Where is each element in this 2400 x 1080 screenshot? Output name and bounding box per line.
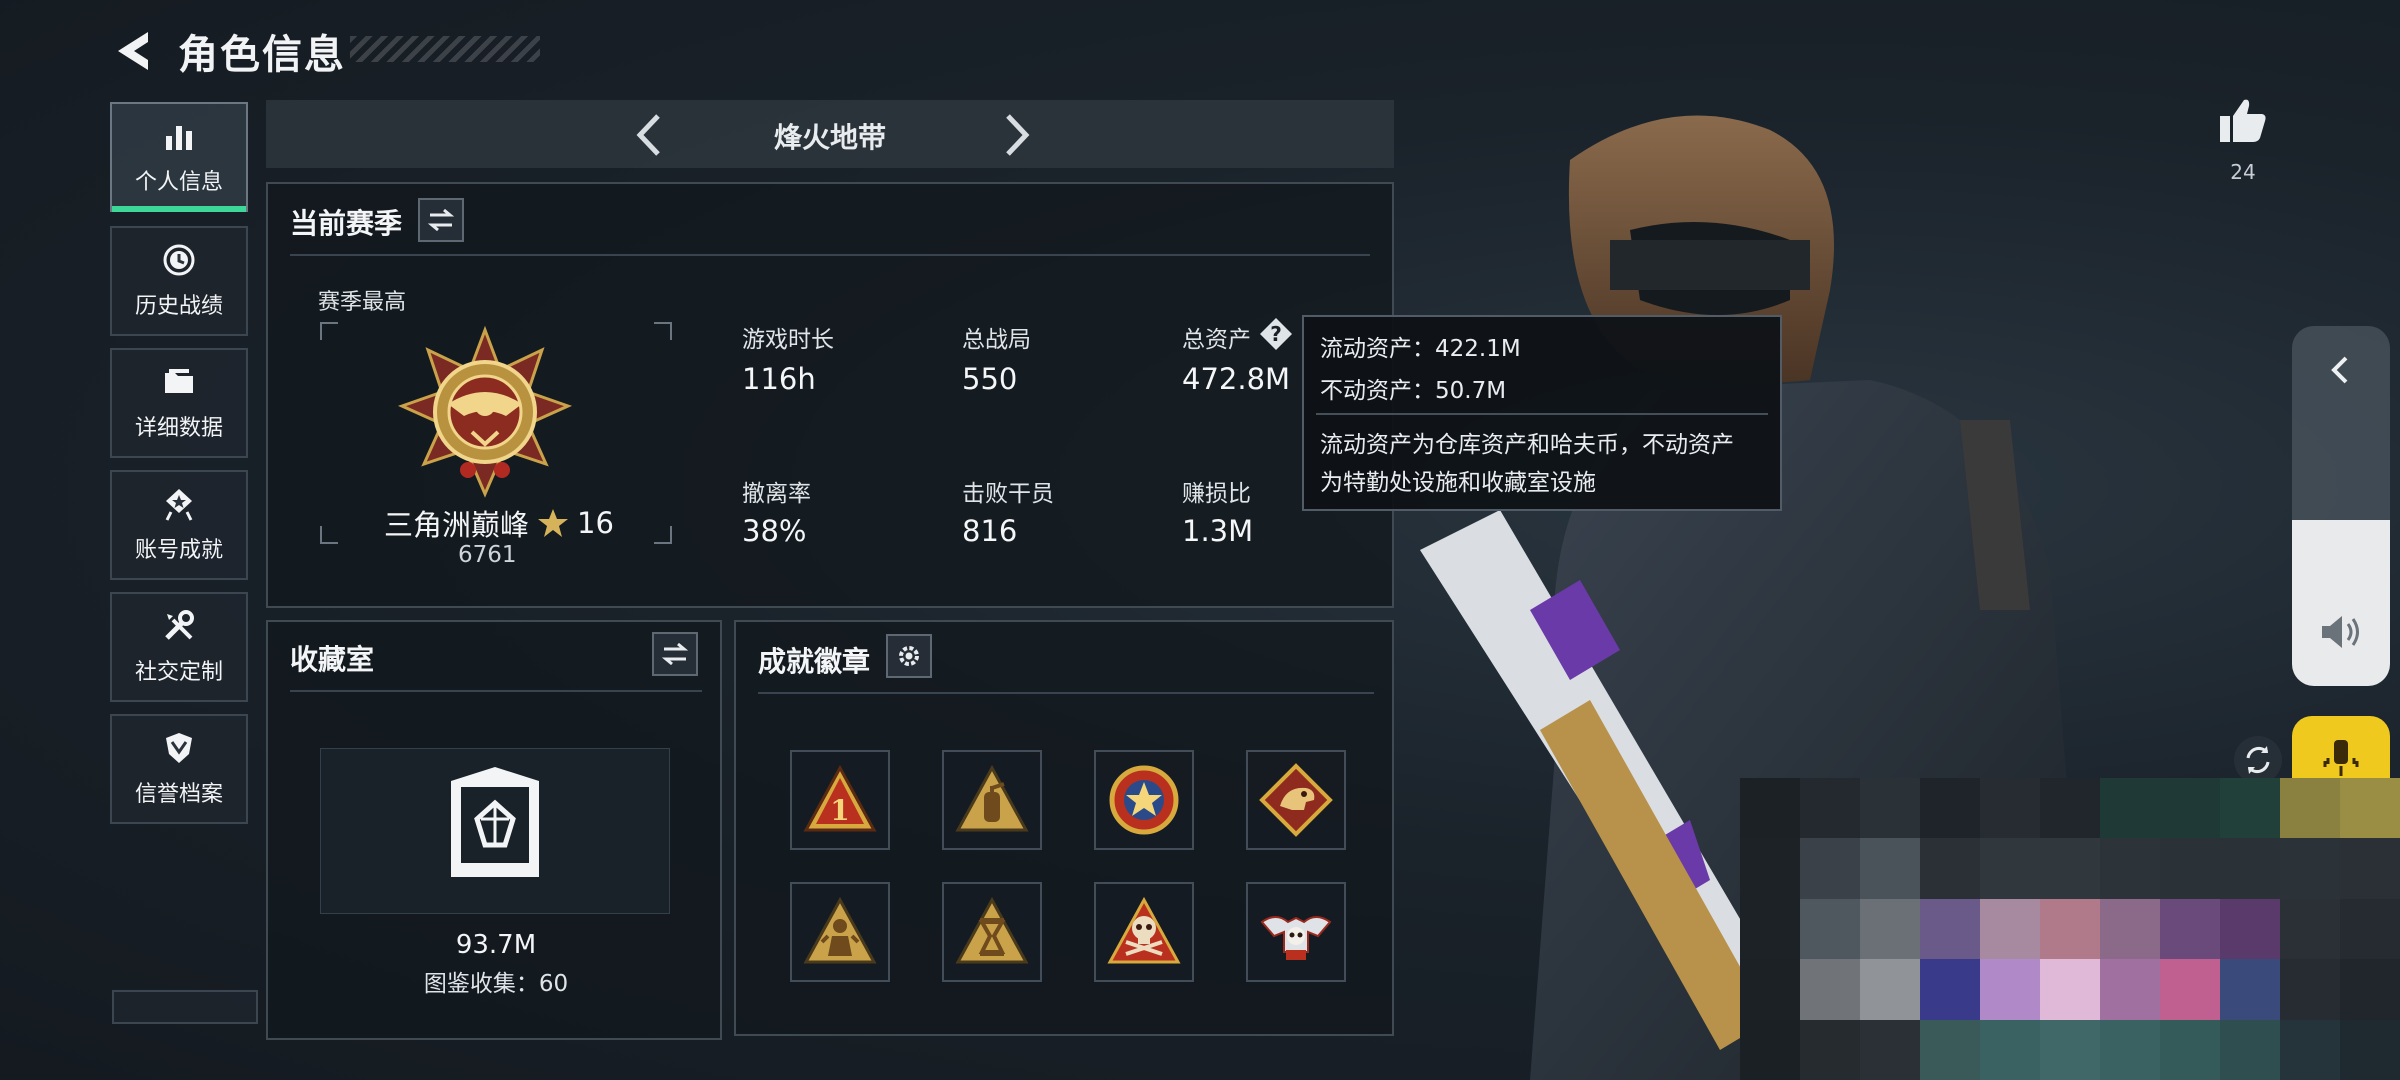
chevron-right-icon[interactable]	[992, 110, 1040, 160]
rank-display: 三角洲巅峰 16	[384, 502, 614, 544]
rank-stars: 16	[577, 506, 614, 540]
collection-preview[interactable]	[320, 748, 670, 914]
badge-soldier-icon	[803, 896, 877, 964]
shield-icon	[166, 733, 192, 763]
asset-tooltip: 流动资产：422.1M 不动资产：50.7M 流动资产为仓库资产和哈夫币，不动资…	[1302, 315, 1782, 511]
page-title: 角色信息	[178, 32, 346, 78]
swap-arrows-icon	[427, 208, 455, 232]
back-arrow-icon[interactable]	[112, 28, 158, 74]
achievement-badge[interactable]	[1246, 750, 1346, 850]
swap-arrows-icon	[661, 642, 689, 666]
badge-winged-skull-icon	[1260, 916, 1332, 960]
stat-label-kills: 击败干员	[962, 481, 1054, 507]
badge-settings-button[interactable]	[886, 634, 932, 678]
stat-label-playtime: 游戏时长	[742, 327, 834, 353]
badge-rank-one-icon: 1	[803, 764, 877, 832]
sidebar-item-label: 社交定制	[134, 660, 223, 685]
rank-points: 6761	[458, 542, 517, 568]
achievement-badge[interactable]	[942, 750, 1042, 850]
folder-icon	[165, 369, 193, 393]
help-icon[interactable]: ?	[1258, 316, 1294, 352]
display-case-icon	[451, 767, 539, 877]
rotate-view-button[interactable]	[2234, 736, 2282, 784]
like-count: 24	[2230, 160, 2256, 184]
volume-slider[interactable]	[2292, 326, 2390, 686]
achievement-badge[interactable]	[1246, 882, 1346, 982]
catalog-count: 图鉴收集：60	[423, 971, 569, 997]
thumbs-up-icon[interactable]	[2218, 96, 2268, 144]
sidebar-item-label: 账号成就	[134, 538, 223, 563]
pixelated-region	[1740, 778, 2400, 1080]
sidebar-item-label: 历史战绩	[134, 294, 223, 319]
divider	[1316, 413, 1768, 415]
divider	[290, 690, 702, 692]
sidebar-item-more[interactable]	[112, 990, 258, 1024]
badge-skull-icon	[1107, 896, 1181, 964]
stat-label-total-assets: 总资产	[1182, 327, 1251, 353]
collection-value: 93.7M	[455, 930, 537, 960]
rotate-icon	[2246, 746, 2270, 774]
tooltip-note-line1: 流动资产为仓库资产和哈夫币，不动资产	[1320, 432, 1734, 458]
chevron-left-icon[interactable]	[2324, 352, 2358, 388]
tooltip-liquid-assets: 流动资产：422.1M	[1320, 336, 1521, 362]
badge-star-emblem-icon	[1109, 765, 1179, 835]
stat-value-kills: 816	[962, 514, 1018, 548]
sidebar-item-label: 详细数据	[134, 416, 223, 441]
sidebar-item-social[interactable]: 社交定制	[110, 592, 248, 702]
history-clock-icon	[163, 244, 195, 276]
stat-value-profit-ratio: 1.3M	[1182, 514, 1254, 548]
sidebar-item-history[interactable]: 历史战绩	[110, 226, 248, 336]
rank-name: 三角洲巅峰	[384, 508, 530, 542]
stat-label-profit-ratio: 赚损比	[1182, 481, 1251, 507]
sidebar-item-achievements[interactable]: 账号成就	[110, 470, 248, 580]
achievement-badge[interactable]	[1094, 882, 1194, 982]
stat-value-extract-rate: 38%	[742, 514, 807, 548]
tooltip-fixed-assets: 不动资产：50.7M	[1320, 378, 1507, 404]
mic-icon	[2323, 740, 2359, 776]
stat-value-matches: 550	[962, 362, 1018, 396]
rank-emblem-icon	[397, 325, 573, 498]
achievement-badge[interactable]	[942, 882, 1042, 982]
svg-text:1: 1	[830, 794, 849, 827]
achievement-badges-panel: 成就徽章 1	[734, 620, 1394, 1036]
sidebar-item-reputation[interactable]: 信誉档案	[110, 714, 248, 824]
season-highest-label: 赛季最高	[318, 290, 407, 315]
achievement-badge[interactable]	[1094, 750, 1194, 850]
stat-value-total-assets: 472.8M	[1182, 362, 1291, 396]
title-decoration	[350, 36, 540, 62]
star-icon	[538, 509, 569, 537]
achievement-badge[interactable]: 1	[790, 750, 890, 850]
switch-season-button[interactable]	[418, 198, 464, 242]
speaker-icon	[2322, 616, 2359, 648]
gear-icon	[899, 646, 919, 666]
collection-panel: 收藏室 93.7M 图鉴收集：60	[266, 620, 722, 1040]
season-mode-title: 烽火地带	[773, 121, 886, 154]
current-season-panel: 当前赛季 赛季最高 三角洲巅峰 16 6761 游戏时长 116h 总战局 55…	[266, 182, 1394, 608]
divider	[758, 692, 1374, 694]
wrench-screwdriver-icon	[165, 610, 194, 640]
achievement-title: 成就徽章	[758, 645, 871, 678]
sidebar-item-personal-info[interactable]: 个人信息	[110, 102, 248, 212]
svg-text:?: ?	[1270, 322, 1282, 346]
stat-label-extract-rate: 撤离率	[742, 481, 811, 507]
sidebar-item-details[interactable]: 详细数据	[110, 348, 248, 458]
badge-beast-icon	[1259, 763, 1333, 837]
stat-value-playtime: 116h	[742, 362, 816, 396]
bar-chart-icon	[166, 126, 192, 150]
sidebar-item-label: 个人信息	[134, 170, 223, 195]
achievement-badge[interactable]	[790, 882, 890, 982]
sidebar-item-label: 信誉档案	[134, 782, 223, 807]
tooltip-note-line2: 为特勤处设施和收藏室设施	[1320, 470, 1596, 496]
collection-title: 收藏室	[290, 643, 375, 676]
season-selector: 烽火地带	[266, 100, 1394, 168]
stat-label-matches: 总战局	[962, 327, 1031, 353]
achievement-icon	[165, 489, 193, 521]
switch-collection-button[interactable]	[652, 632, 698, 676]
volume-fill	[2292, 520, 2390, 686]
divider	[290, 254, 1370, 256]
badge-extinguisher-icon	[955, 764, 1029, 832]
current-season-title: 当前赛季	[290, 207, 403, 240]
badge-hourglass-icon	[955, 896, 1029, 964]
